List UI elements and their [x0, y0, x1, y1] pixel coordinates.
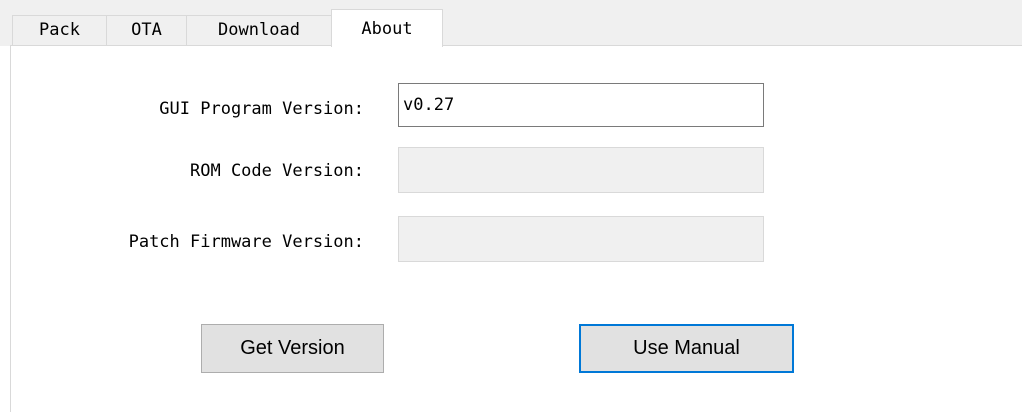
about-panel: GUI Program Version: ROM Code Version: P… [10, 45, 1022, 412]
use-manual-button[interactable]: Use Manual [579, 324, 794, 373]
tab-download[interactable]: Download [186, 15, 332, 45]
tab-pack[interactable]: Pack [12, 15, 107, 45]
tab-ota[interactable]: OTA [106, 15, 187, 45]
get-version-button[interactable]: Get Version [201, 324, 384, 373]
patch-version-field[interactable] [398, 216, 764, 262]
gui-version-field[interactable] [398, 83, 764, 127]
patch-version-label: Patch Firmware Version: [128, 232, 364, 252]
rom-version-label: ROM Code Version: [190, 161, 364, 181]
tab-about[interactable]: About [331, 9, 443, 47]
rom-version-field[interactable] [398, 147, 764, 193]
tab-strip: Pack OTA Download About [0, 0, 1022, 47]
gui-version-label: GUI Program Version: [159, 99, 364, 119]
